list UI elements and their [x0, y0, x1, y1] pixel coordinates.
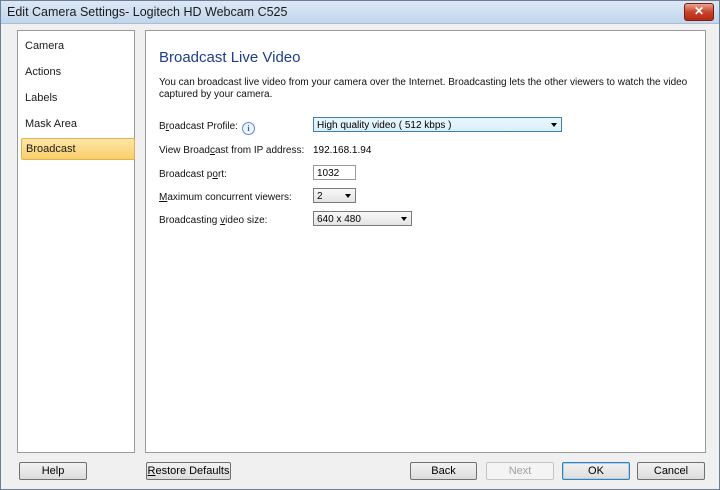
sidebar-item-camera[interactable]: Camera: [21, 35, 133, 57]
sidebar-item-actions[interactable]: Actions: [21, 61, 133, 83]
max-viewers-label: Maximum concurrent viewers:: [159, 192, 292, 203]
view-broadcast-ip-label: View Broadcast from IP address:: [159, 145, 305, 156]
broadcast-profile-value: High quality video ( 512 kbps ): [317, 120, 452, 131]
video-size-dropdown[interactable]: 640 x 480: [313, 211, 412, 226]
sidebar-item-broadcast[interactable]: Broadcast: [21, 138, 135, 160]
ok-button[interactable]: OK: [562, 462, 630, 480]
chevron-down-icon: [401, 217, 407, 221]
title-bar: Edit Camera Settings- Logitech HD Webcam…: [1, 1, 719, 24]
help-button[interactable]: Help: [19, 462, 87, 480]
next-button[interactable]: Next: [486, 462, 554, 480]
chevron-down-icon: [345, 194, 351, 198]
info-icon[interactable]: i: [241, 122, 255, 135]
broadcast-ip-value: 192.168.1.94: [313, 145, 372, 156]
dialog-window: Edit Camera Settings- Logitech HD Webcam…: [0, 0, 720, 490]
max-viewers-dropdown[interactable]: 2: [313, 188, 356, 203]
restore-defaults-button[interactable]: Restore Defaults: [146, 462, 231, 480]
broadcast-port-input[interactable]: 1032: [313, 165, 356, 180]
broadcast-profile-label: Broadcast Profile: i: [159, 121, 255, 135]
sidebar-item-labels[interactable]: Labels: [21, 87, 133, 109]
cancel-button[interactable]: Cancel: [637, 462, 705, 480]
close-button[interactable]: ✕: [684, 3, 714, 21]
page-title: Broadcast Live Video: [159, 49, 301, 66]
back-button[interactable]: Back: [410, 462, 477, 480]
max-viewers-value: 2: [317, 191, 323, 202]
video-size-value: 640 x 480: [317, 214, 361, 225]
broadcast-port-label: Broadcast port:: [159, 169, 227, 180]
dialog-client: Camera Actions Labels Mask Area Broadcas…: [1, 24, 719, 489]
video-size-label: Broadcasting video size:: [159, 215, 268, 226]
chevron-down-icon: [551, 123, 557, 127]
broadcast-panel: Broadcast Live Video You can broadcast l…: [145, 30, 706, 453]
window-title: Edit Camera Settings- Logitech HD Webcam…: [7, 5, 288, 19]
settings-sidebar: Camera Actions Labels Mask Area Broadcas…: [17, 30, 135, 453]
sidebar-item-mask-area[interactable]: Mask Area: [21, 113, 133, 135]
broadcast-description: You can broadcast live video from your c…: [159, 77, 688, 100]
broadcast-profile-dropdown[interactable]: High quality video ( 512 kbps ): [313, 117, 562, 132]
